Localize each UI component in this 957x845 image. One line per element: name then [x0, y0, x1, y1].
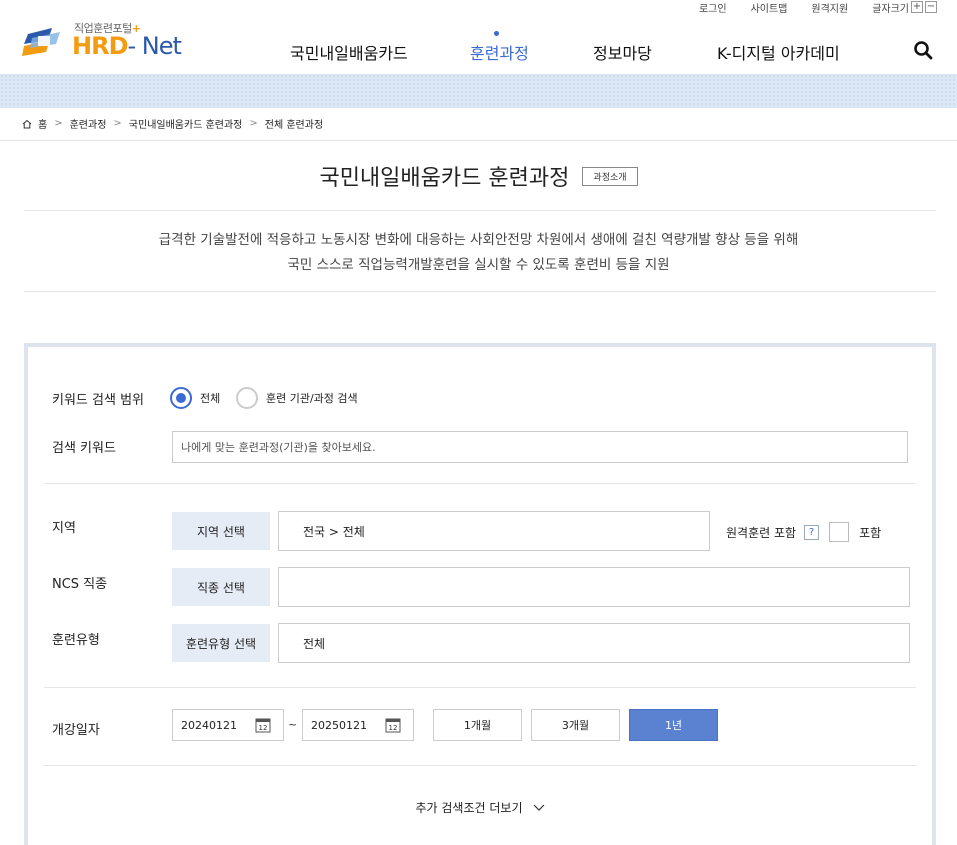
scope-label: 키워드 검색 범위 [52, 393, 144, 408]
breadcrumb-current: 전체 훈련과정 [264, 120, 324, 131]
region-label: 지역 [52, 521, 76, 536]
divider [24, 210, 936, 211]
login-link[interactable]: 로그인 [699, 0, 727, 15]
divider [0, 140, 957, 141]
breadcrumb-courses[interactable]: 훈련과정 [70, 116, 107, 131]
remote-label: 원격훈련 포함 [726, 525, 797, 540]
remote-include-checkbox[interactable] [829, 522, 850, 542]
calendar-icon[interactable]: 12 [255, 717, 271, 733]
type-select-button[interactable]: 훈련유형 선택 [172, 624, 270, 662]
date-range-separator: ~ [288, 718, 298, 731]
chevron-right-icon: > [113, 118, 122, 129]
ncs-label: NCS 직종 [52, 577, 108, 592]
breadcrumb-home[interactable]: 홈 [38, 116, 47, 131]
font-decrease-button[interactable]: − [925, 1, 937, 13]
scope-all-radio[interactable]: 전체 [170, 387, 220, 409]
font-size-control: 글자크기 + − [872, 0, 937, 15]
scope-inst-radio[interactable]: 훈련 기관/과정 검색 [236, 387, 358, 409]
period-1month-button[interactable]: 1개월 [433, 709, 522, 741]
period-1year-button[interactable]: 1년 [629, 709, 718, 741]
keyword-input[interactable] [172, 431, 908, 463]
period-3month-button[interactable]: 3개월 [531, 709, 620, 741]
nav-item-kdigital[interactable]: K-디지털 아카데미 [717, 40, 840, 64]
remote-training-option: 원격훈련 포함 ? 포함 [726, 522, 881, 542]
breadcrumb-card-courses[interactable]: 국민내일배움카드 훈련과정 [129, 116, 243, 131]
more-conditions-label: 추가 검색조건 더보기 [415, 801, 523, 815]
radio-unchecked-icon [236, 387, 258, 409]
home-icon [22, 119, 32, 128]
divider [44, 483, 916, 484]
calendar-icon[interactable]: 12 [385, 717, 401, 733]
breadcrumb: 홈 > 훈련과정 > 국민내일배움카드 훈련과정 > 전체 훈련과정 [22, 116, 323, 131]
main-nav: 국민내일배움카드 훈련과정 정보마당 K-디지털 아카데미 [0, 40, 957, 64]
type-value: 전체 [278, 623, 910, 663]
nav-item-card[interactable]: 국민내일배움카드 [290, 40, 408, 64]
radio-checked-icon [170, 387, 192, 409]
start-date-label: 개강일자 [52, 723, 100, 738]
region-value: 전국 > 전체 [278, 511, 710, 551]
divider [44, 687, 916, 688]
ncs-select-button[interactable]: 직종 선택 [172, 568, 270, 606]
divider [24, 291, 936, 292]
help-icon[interactable]: ? [804, 524, 820, 540]
search-panel: 키워드 검색 범위 전체 훈련 기관/과정 검색 검색 키워드 지역 지역 선택… [24, 343, 936, 845]
svg-text:12: 12 [389, 724, 398, 732]
type-label: 훈련유형 [52, 633, 100, 648]
desc-line-2: 국민 스스로 직업능력개발훈련을 실시할 수 있도록 훈련비 등을 지원 [287, 257, 670, 273]
page-description: 급격한 기술발전에 적응하고 노동시장 변화에 대응하는 사회안전망 차원에서 … [0, 228, 957, 278]
chevron-right-icon: > [249, 118, 258, 129]
keyword-label: 검색 키워드 [52, 441, 116, 456]
course-intro-button[interactable]: 과정소개 [582, 166, 638, 186]
page-header: 국민내일배움카드 훈련과정 과정소개 [0, 160, 957, 192]
date-from-field[interactable]: 20240121 12 [172, 709, 284, 741]
nav-item-info[interactable]: 정보마당 [593, 40, 652, 64]
utility-bar: 로그인 사이트맵 원격지원 글자크기 + − [699, 0, 937, 15]
font-size-label: 글자크기 [872, 3, 909, 15]
chevron-down-icon [533, 804, 544, 811]
desc-line-1: 급격한 기술발전에 적응하고 노동시장 변화에 대응하는 사회안전망 차원에서 … [158, 232, 799, 248]
date-to-value: 20250121 [311, 718, 367, 732]
remote-include-label: 포함 [859, 525, 882, 540]
ncs-value [278, 567, 910, 607]
svg-text:12: 12 [259, 724, 268, 732]
more-conditions-toggle[interactable]: 추가 검색조건 더보기 [28, 799, 932, 816]
scope-all-label: 전체 [200, 392, 221, 405]
sitemap-link[interactable]: 사이트맵 [751, 0, 788, 15]
date-to-field[interactable]: 20250121 12 [302, 709, 414, 741]
active-nav-indicator [494, 31, 499, 36]
remote-support-link[interactable]: 원격지원 [811, 0, 848, 15]
nav-item-courses[interactable]: 훈련과정 [470, 40, 529, 64]
font-increase-button[interactable]: + [911, 1, 923, 13]
scope-inst-label: 훈련 기관/과정 검색 [266, 392, 358, 405]
sub-banner [0, 74, 957, 108]
page-title: 국민내일배움카드 훈련과정 [319, 166, 570, 191]
region-select-button[interactable]: 지역 선택 [172, 512, 270, 550]
divider [44, 765, 916, 766]
search-icon[interactable] [913, 40, 933, 60]
date-from-value: 20240121 [181, 718, 237, 732]
chevron-right-icon: > [54, 118, 63, 129]
